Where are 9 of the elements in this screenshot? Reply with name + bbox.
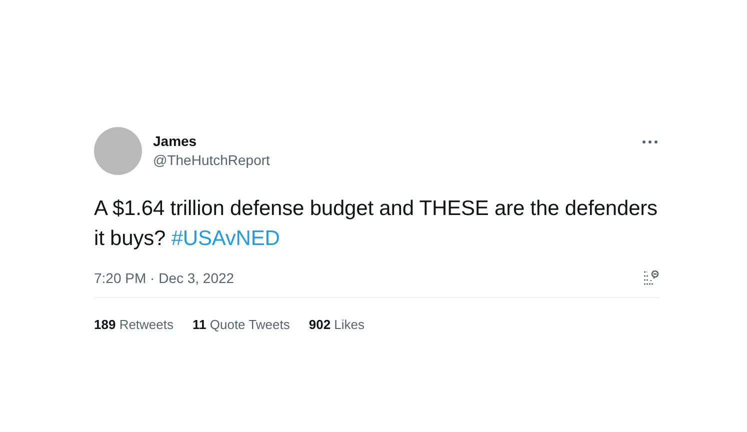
analytics-icon[interactable] [642, 269, 660, 287]
stat-link[interactable]: 11 Quote Tweets [192, 317, 290, 332]
author-name[interactable]: James [153, 133, 197, 149]
tweet-text: A $1.64 trillion defense budget and THESE are the defenders it buys? #USAvNED [94, 196, 658, 252]
more-options-icon[interactable] [642, 140, 658, 144]
tweet-timestamp[interactable]: 7:20 PM · Dec 3, 2022 [94, 270, 234, 286]
stat-link[interactable]: 189 Retweets [94, 317, 174, 332]
author-handle[interactable]: @TheHutchReport [153, 152, 270, 168]
stat-link[interactable]: 902 Likes [308, 317, 365, 332]
